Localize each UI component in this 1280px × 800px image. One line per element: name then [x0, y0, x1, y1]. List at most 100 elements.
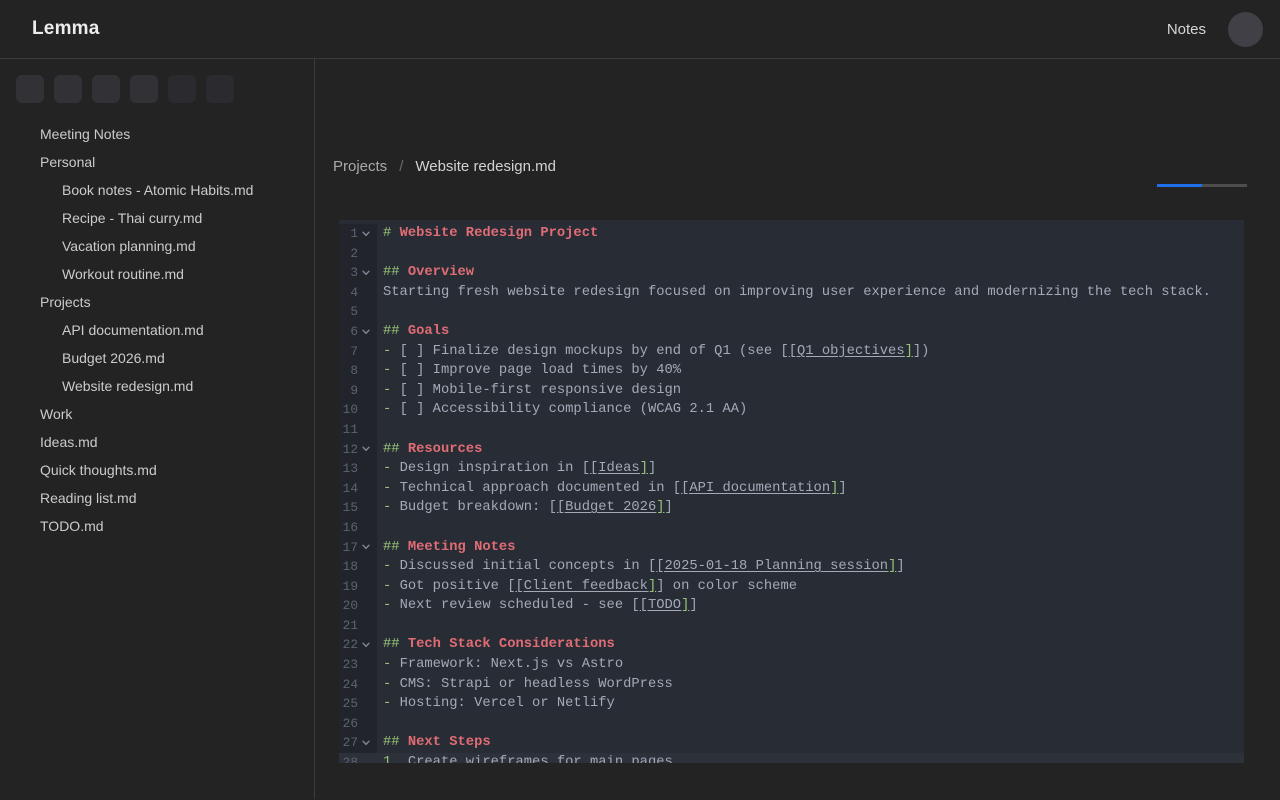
editor-line-content[interactable]: ## Resources — [377, 440, 1244, 460]
toolbar-delete-button[interactable] — [130, 75, 158, 103]
editor-line-content[interactable] — [377, 244, 1244, 264]
editor-line[interactable]: 6## Goals — [339, 322, 1244, 342]
editor-line-content[interactable]: - Next review scheduled - see [[TODO]] — [377, 596, 1244, 616]
editor-line-content[interactable]: Starting fresh website redesign focused … — [377, 283, 1244, 303]
editor-line[interactable]: 11 — [339, 420, 1244, 440]
editor-line[interactable]: 10- [ ] Accessibility compliance (WCAG 2… — [339, 400, 1244, 420]
editor-line-content[interactable]: 1. Create wireframes for main pages — [377, 753, 1244, 763]
wiki-link[interactable]: [API documentation — [681, 481, 830, 496]
folder-item[interactable]: Projects — [0, 288, 314, 316]
editor-line-content[interactable]: - Framework: Next.js vs Astro — [377, 655, 1244, 675]
editor-line-content[interactable]: - Technical approach documented in [[API… — [377, 479, 1244, 499]
editor-line-content[interactable]: - Hosting: Vercel or Netlify — [377, 694, 1244, 714]
editor-line-content[interactable]: - Discussed initial concepts in [[2025-0… — [377, 557, 1244, 577]
tab-preview[interactable] — [1202, 152, 1247, 187]
editor-line[interactable]: 23- Framework: Next.js vs Astro — [339, 655, 1244, 675]
tab-source[interactable] — [1157, 152, 1202, 187]
fold-chevron-icon[interactable] — [358, 640, 374, 650]
editor-line-content[interactable]: ## Next Steps — [377, 733, 1244, 753]
wiki-link[interactable]: ] — [640, 461, 648, 476]
editor-line[interactable]: 25- Hosting: Vercel or Netlify — [339, 694, 1244, 714]
wiki-link[interactable]: [Client feedback — [515, 579, 647, 594]
wiki-link[interactable]: [Q1 objectives — [789, 344, 905, 359]
fold-chevron-icon[interactable] — [358, 229, 374, 239]
file-item[interactable]: TODO.md — [0, 512, 314, 540]
fold-chevron-icon[interactable] — [358, 542, 374, 552]
wiki-link[interactable]: [Ideas — [590, 461, 640, 476]
editor-line-content[interactable] — [377, 714, 1244, 734]
fold-chevron-icon[interactable] — [358, 268, 374, 278]
file-item[interactable]: Website redesign.md — [0, 372, 314, 400]
editor-line[interactable]: 2 — [339, 244, 1244, 264]
editor-line-content[interactable]: - Design inspiration in [[Ideas]] — [377, 459, 1244, 479]
editor-line-content[interactable]: - Got positive [[Client feedback]] on co… — [377, 577, 1244, 597]
editor-line-content[interactable]: # Website Redesign Project — [377, 224, 1244, 244]
toolbar-edit-button[interactable] — [92, 75, 120, 103]
file-item[interactable]: API documentation.md — [0, 316, 314, 344]
wiki-link[interactable]: [TODO — [640, 598, 681, 613]
wiki-link[interactable]: ] — [656, 500, 664, 515]
fold-chevron-icon[interactable] — [358, 738, 374, 748]
folder-item[interactable]: Personal — [0, 148, 314, 176]
file-item[interactable]: Vacation planning.md — [0, 232, 314, 260]
editor-line[interactable]: 5 — [339, 302, 1244, 322]
wiki-link[interactable]: [2025-01-18 Planning session — [656, 559, 888, 574]
editor-line[interactable]: 22## Tech Stack Considerations — [339, 635, 1244, 655]
editor-line[interactable]: 281. Create wireframes for main pages — [339, 753, 1244, 763]
file-item[interactable]: Book notes - Atomic Habits.md — [0, 176, 314, 204]
editor-line[interactable]: 8- [ ] Improve page load times by 40% — [339, 361, 1244, 381]
editor-line-content[interactable]: - Budget breakdown: [[Budget 2026]] — [377, 498, 1244, 518]
editor-line-content[interactable] — [377, 616, 1244, 636]
editor-line[interactable]: 3## Overview — [339, 263, 1244, 283]
markdown-editor[interactable]: 1# Website Redesign Project23## Overview… — [339, 220, 1244, 763]
editor-line[interactable]: 19- Got positive [[Client feedback]] on … — [339, 577, 1244, 597]
editor-line-content[interactable]: - [ ] Improve page load times by 40% — [377, 361, 1244, 381]
editor-line-content[interactable]: ## Meeting Notes — [377, 538, 1244, 558]
editor-line[interactable]: 26 — [339, 714, 1244, 734]
editor-line-content[interactable]: ## Overview — [377, 263, 1244, 283]
editor-line-content[interactable]: ## Tech Stack Considerations — [377, 635, 1244, 655]
toolbar-new-note-button[interactable] — [16, 75, 44, 103]
fold-chevron-icon[interactable] — [358, 444, 374, 454]
file-item[interactable]: Budget 2026.md — [0, 344, 314, 372]
editor-line-content[interactable] — [377, 302, 1244, 322]
wiki-link[interactable]: ] — [905, 344, 913, 359]
editor-line-content[interactable] — [377, 518, 1244, 538]
editor-line[interactable]: 14- Technical approach documented in [[A… — [339, 479, 1244, 499]
folder-item[interactable]: Meeting Notes — [0, 120, 314, 148]
notes-button[interactable]: Notes — [1140, 20, 1206, 38]
editor-line[interactable]: 24- CMS: Strapi or headless WordPress — [339, 675, 1244, 695]
avatar[interactable] — [1228, 12, 1263, 47]
editor-line[interactable]: 7- [ ] Finalize design mockups by end of… — [339, 342, 1244, 362]
folder-open-icon — [16, 295, 31, 310]
breadcrumb-folder[interactable]: Projects — [333, 158, 387, 175]
editor-line[interactable]: 20- Next review scheduled - see [[TODO]] — [339, 596, 1244, 616]
editor-line-content[interactable]: - [ ] Accessibility compliance (WCAG 2.1… — [377, 400, 1244, 420]
editor-line[interactable]: 4Starting fresh website redesign focused… — [339, 283, 1244, 303]
wiki-link[interactable]: ] — [648, 579, 656, 594]
editor-line[interactable]: 9- [ ] Mobile-first responsive design — [339, 381, 1244, 401]
file-item[interactable]: Recipe - Thai curry.md — [0, 204, 314, 232]
file-item[interactable]: Workout routine.md — [0, 260, 314, 288]
editor-line[interactable]: 16 — [339, 518, 1244, 538]
editor-line-content[interactable]: ## Goals — [377, 322, 1244, 342]
toolbar-upload-button[interactable] — [54, 75, 82, 103]
editor-line-content[interactable]: - CMS: Strapi or headless WordPress — [377, 675, 1244, 695]
file-item[interactable]: Reading list.md — [0, 484, 314, 512]
editor-line[interactable]: 15- Budget breakdown: [[Budget 2026]] — [339, 498, 1244, 518]
editor-line[interactable]: 21 — [339, 616, 1244, 636]
wiki-link[interactable]: [Budget 2026 — [557, 500, 656, 515]
editor-line-content[interactable] — [377, 420, 1244, 440]
file-item[interactable]: Quick thoughts.md — [0, 456, 314, 484]
folder-item[interactable]: Work — [0, 400, 314, 428]
editor-line[interactable]: 18- Discussed initial concepts in [[2025… — [339, 557, 1244, 577]
fold-chevron-icon[interactable] — [358, 327, 374, 337]
editor-line[interactable]: 27## Next Steps — [339, 733, 1244, 753]
editor-line-content[interactable]: - [ ] Mobile-first responsive design — [377, 381, 1244, 401]
editor-line[interactable]: 17## Meeting Notes — [339, 538, 1244, 558]
editor-line[interactable]: 12## Resources — [339, 440, 1244, 460]
editor-line-content[interactable]: - [ ] Finalize design mockups by end of … — [377, 342, 1244, 362]
editor-line[interactable]: 1# Website Redesign Project — [339, 224, 1244, 244]
file-item[interactable]: Ideas.md — [0, 428, 314, 456]
editor-line[interactable]: 13- Design inspiration in [[Ideas]] — [339, 459, 1244, 479]
